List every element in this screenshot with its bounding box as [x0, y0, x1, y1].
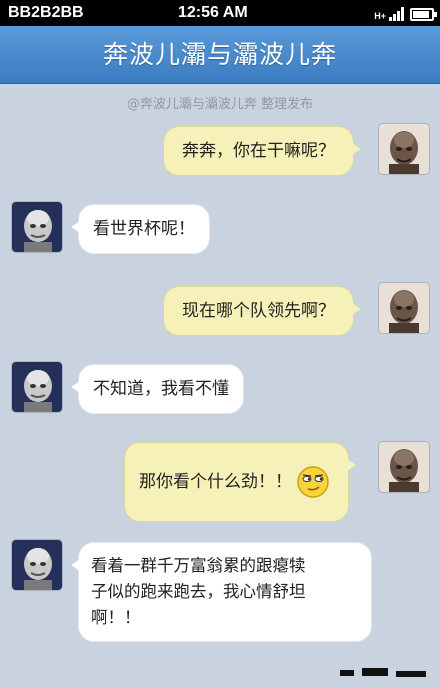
- message-text-line: 啊！！: [91, 608, 141, 627]
- avatar-bababen-image: [379, 124, 429, 174]
- avatar-bababen-image: [379, 442, 429, 492]
- avatar-bababen[interactable]: [379, 283, 429, 333]
- message-bubble-outgoing[interactable]: 奔奔，你在干嘛呢？: [163, 126, 361, 176]
- carrier-label: BB2B2BB: [8, 4, 84, 21]
- avatar-bababen[interactable]: [379, 442, 429, 492]
- watermark-text: @奔波儿灞与灞波儿奔 整理发布: [126, 97, 314, 112]
- avatar-benboerba[interactable]: [12, 202, 62, 252]
- message-text-line: 看着一群千万富翁累的跟瘪犊: [91, 556, 306, 575]
- avatar-benboerba-image: [12, 540, 62, 590]
- avatar-benboerba-image: [12, 362, 62, 412]
- message-text: 看世界杯呢！: [93, 219, 195, 239]
- redaction-marks: [340, 662, 430, 680]
- message-bubble-outgoing[interactable]: 现在哪个队领先啊？: [163, 286, 361, 336]
- message-text-line: 子似的跑来跑去，我心情舒坦: [91, 582, 306, 601]
- message-text: 现在哪个队领先啊？: [182, 301, 335, 321]
- message-bubble-incoming[interactable]: 看世界杯呢！: [71, 204, 210, 254]
- message-bubble-outgoing[interactable]: 那你看个什么劲！！: [124, 442, 356, 522]
- signal-icon: [389, 7, 404, 21]
- message-text: 不知道，我看不懂: [93, 379, 229, 399]
- title-bar: 奔波儿灞与灞波儿奔: [0, 26, 440, 84]
- avatar-benboerba-image: [12, 202, 62, 252]
- message-bubble-incoming[interactable]: 不知道，我看不懂: [71, 364, 244, 414]
- page-title: 奔波儿灞与灞波儿奔: [102, 40, 337, 69]
- avatar-benboerba[interactable]: [12, 362, 62, 412]
- smirk-smiley-icon: [296, 465, 330, 499]
- status-icons: H+: [374, 5, 437, 21]
- status-bar: BB2B2BB 12:56 AM H+: [0, 0, 440, 26]
- clock: 12:56 AM: [178, 4, 248, 21]
- message-bubble-incoming[interactable]: 看着一群千万富翁累的跟瘪犊 子似的跑来跑去，我心情舒坦 啊！！: [71, 542, 372, 642]
- message-text: 那你看个什么劲！！: [139, 472, 292, 492]
- avatar-benboerba[interactable]: [12, 540, 62, 590]
- avatar-bababen-image: [379, 283, 429, 333]
- message-text: 奔奔，你在干嘛呢？: [182, 141, 335, 161]
- network-type: H+: [374, 11, 386, 21]
- avatar-bababen[interactable]: [379, 124, 429, 174]
- battery-icon: [410, 8, 437, 21]
